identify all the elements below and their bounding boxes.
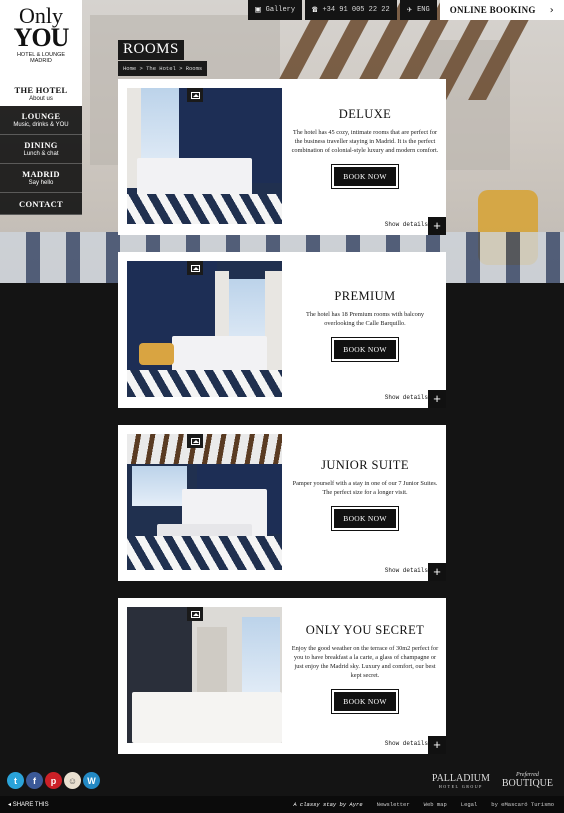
room-card-deluxe: DELUXE The hotel has 45 cozy, intimate r… [118, 79, 446, 235]
hotel-logo[interactable]: Only YOU HOTEL & LOUNGE MADRID [0, 0, 82, 82]
room-title: JUNIOR SUITE [321, 458, 409, 472]
room-photo[interactable] [127, 261, 282, 397]
show-details-link[interactable]: Show details [385, 394, 428, 401]
footer-credit[interactable]: by eMascaró Turismo [491, 801, 554, 808]
nav-item-the-hotel[interactable]: THE HOTEL About us [0, 82, 82, 106]
globe-icon: ✈ [406, 4, 413, 15]
palladium-logo[interactable]: PALLADIUM HOTEL GROUP [432, 773, 490, 789]
phone-link[interactable]: ☎ +34 91 005 22 22 [305, 0, 397, 20]
plus-icon[interactable]: + [428, 736, 446, 754]
nav-item-subtitle: Music, drinks & YOU [13, 122, 69, 128]
footer-link-legal[interactable]: Legal [461, 801, 478, 808]
logo-line-4: MADRID [30, 58, 52, 64]
pinterest-icon[interactable]: p [45, 772, 62, 789]
share-label: SHARE THIS [12, 802, 49, 808]
nav-item-title: CONTACT [19, 199, 63, 209]
foursquare-icon[interactable]: ☺ [64, 772, 81, 789]
book-now-button[interactable]: BOOK NOW [331, 337, 399, 362]
room-photo[interactable] [127, 434, 282, 570]
language-label: ENG [417, 6, 430, 14]
room-description: The hotel has 18 Premium rooms with balc… [305, 311, 425, 327]
gallery-icon[interactable] [187, 88, 203, 102]
show-details-link[interactable]: Show details [385, 221, 428, 228]
book-now-button[interactable]: BOOK NOW [331, 506, 399, 531]
chevron-right-icon: › [549, 4, 554, 16]
nav-item-dining[interactable]: DINING Lunch & chat [0, 135, 82, 164]
show-details-link[interactable]: Show details [385, 740, 428, 747]
room-photo[interactable] [127, 88, 282, 224]
room-description: Pamper yourself with a stay in one of ou… [292, 480, 438, 496]
room-card-premium: PREMIUM The hotel has 18 Premium rooms w… [118, 252, 446, 408]
footer-link-newsletter[interactable]: Newsletter [377, 801, 410, 808]
footer-links: A classy stay by Ayre Newsletter Web map… [293, 801, 564, 808]
plus-icon[interactable]: + [428, 390, 446, 408]
page-title: ROOMS [118, 40, 184, 60]
gallery-icon[interactable] [187, 434, 203, 448]
nav-item-subtitle: Say hello [28, 180, 54, 186]
nav-item-madrid[interactable]: MADRID Say hello [0, 164, 82, 193]
image-icon: ▣ [255, 4, 261, 15]
gallery-label: Gallery [265, 6, 296, 14]
nav-item-subtitle: Lunch & chat [23, 151, 59, 157]
language-selector[interactable]: ✈ ENG [399, 0, 437, 20]
footer-bar: ◂ SHARE THIS A classy stay by Ayre Newsl… [0, 796, 564, 813]
facebook-icon[interactable]: f [26, 772, 43, 789]
phone-icon: ☎ [312, 4, 318, 15]
logo-line-2: YOU [13, 23, 70, 52]
book-now-button[interactable]: BOOK NOW [331, 164, 399, 189]
room-title: PREMIUM [334, 289, 396, 303]
online-booking-label: ONLINE BOOKING [449, 5, 536, 15]
nav-item-subtitle: About us [29, 96, 53, 102]
partner-logos: PALLADIUM HOTEL GROUP Preferred BOUTIQUE [432, 772, 553, 789]
preferred-boutique-logo[interactable]: Preferred BOUTIQUE [502, 772, 553, 789]
room-description: Enjoy the good weather on the terrace of… [291, 645, 439, 679]
footer-link-web-map[interactable]: Web map [424, 801, 447, 808]
nav-item-title: LOUNGE [21, 111, 61, 121]
nav-item-title: DINING [24, 140, 58, 150]
nav-item-title: MADRID [22, 169, 60, 179]
gallery-icon[interactable] [187, 607, 203, 621]
gallery-icon[interactable] [187, 261, 203, 275]
nav-item-lounge[interactable]: LOUNGE Music, drinks & YOU [0, 106, 82, 135]
footer-tagline: A classy stay by Ayre [293, 801, 363, 808]
page: ▣ Gallery ☎ +34 91 005 22 22 ✈ ENG ONLIN… [0, 0, 564, 813]
room-description: The hotel has 45 cozy, intimate rooms th… [291, 129, 439, 154]
plus-icon[interactable]: + [428, 217, 446, 235]
room-title: ONLY YOU SECRET [305, 623, 425, 637]
book-now-button[interactable]: BOOK NOW [331, 689, 399, 714]
room-card-junior-suite: JUNIOR SUITE Pamper yourself with a stay… [118, 425, 446, 581]
wordpress-icon[interactable]: W [83, 772, 100, 789]
sidebar: Only YOU HOTEL & LOUNGE MADRID THE HOTEL… [0, 0, 82, 215]
nav-item-title: THE HOTEL [14, 85, 68, 95]
breadcrumb[interactable]: Home > The Hotel > Rooms [118, 61, 208, 76]
room-photo[interactable] [127, 607, 282, 743]
top-bar: ▣ Gallery ☎ +34 91 005 22 22 ✈ ENG ONLIN… [245, 0, 564, 20]
share-button[interactable]: ◂ SHARE THIS [0, 801, 49, 808]
social-links: t f p ☺ W [7, 772, 100, 789]
plus-icon[interactable]: + [428, 563, 446, 581]
show-details-link[interactable]: Show details [385, 567, 428, 574]
palladium-subtitle: HOTEL GROUP [438, 783, 483, 789]
room-title: DELUXE [338, 107, 392, 121]
gallery-link[interactable]: ▣ Gallery [248, 0, 303, 20]
palladium-name: PALLADIUM [431, 772, 490, 784]
twitter-icon[interactable]: t [7, 772, 24, 789]
nav-item-contact[interactable]: CONTACT [0, 193, 82, 215]
boutique-name: BOUTIQUE [501, 778, 553, 789]
phone-number: +34 91 005 22 22 [322, 6, 390, 14]
room-card-only-you-secret: ONLY YOU SECRET Enjoy the good weather o… [118, 598, 446, 754]
online-booking-button[interactable]: ONLINE BOOKING › [439, 0, 564, 20]
